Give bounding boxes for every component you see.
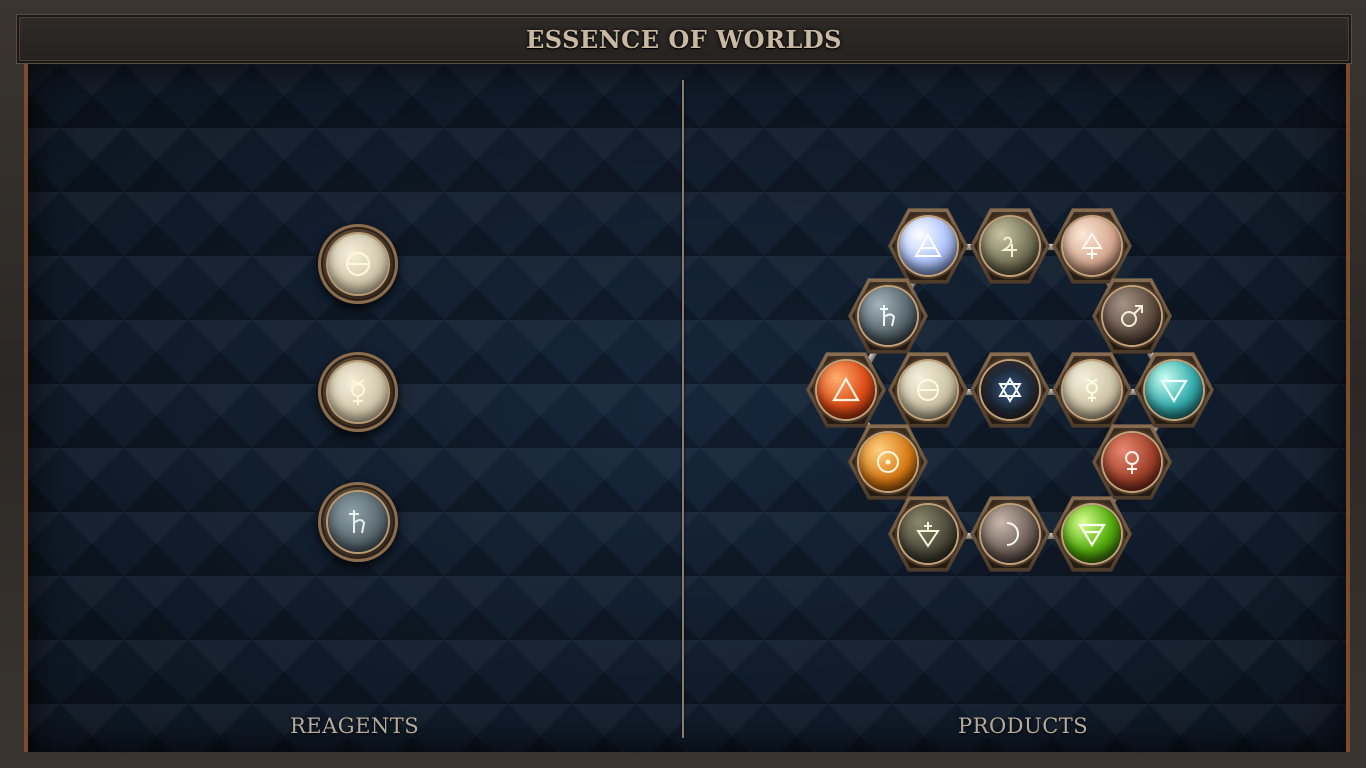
lead-icon — [859, 287, 917, 345]
iron-icon — [1103, 287, 1161, 345]
salt-icon — [328, 234, 388, 294]
product-molecule[interactable] — [800, 200, 1220, 590]
panel-divider — [682, 80, 684, 738]
sulfur-icon — [1063, 217, 1121, 275]
title-bar: ESSENCE OF WORLDS — [16, 14, 1352, 64]
reagents-label: REAGENTS — [290, 714, 420, 738]
copper-icon — [1103, 433, 1161, 491]
fire-icon — [817, 361, 875, 419]
products-label: PRODUCTS — [958, 714, 1089, 738]
page-title: ESSENCE OF WORLDS — [525, 24, 843, 54]
earth-icon — [1063, 505, 1121, 563]
reagent-mercury[interactable] — [318, 352, 398, 432]
quintessence-icon — [981, 361, 1039, 419]
mercury-icon — [1063, 361, 1121, 419]
reagent-salt[interactable] — [318, 224, 398, 304]
vinegar-icon — [899, 505, 957, 563]
silver-icon — [981, 505, 1039, 563]
tin-icon — [981, 217, 1039, 275]
lead-icon — [328, 492, 388, 552]
mercury-icon — [328, 362, 388, 422]
gold-icon — [859, 433, 917, 491]
salt-icon — [899, 361, 957, 419]
air-icon — [899, 217, 957, 275]
water-icon — [1145, 361, 1203, 419]
reagent-lead[interactable] — [318, 482, 398, 562]
